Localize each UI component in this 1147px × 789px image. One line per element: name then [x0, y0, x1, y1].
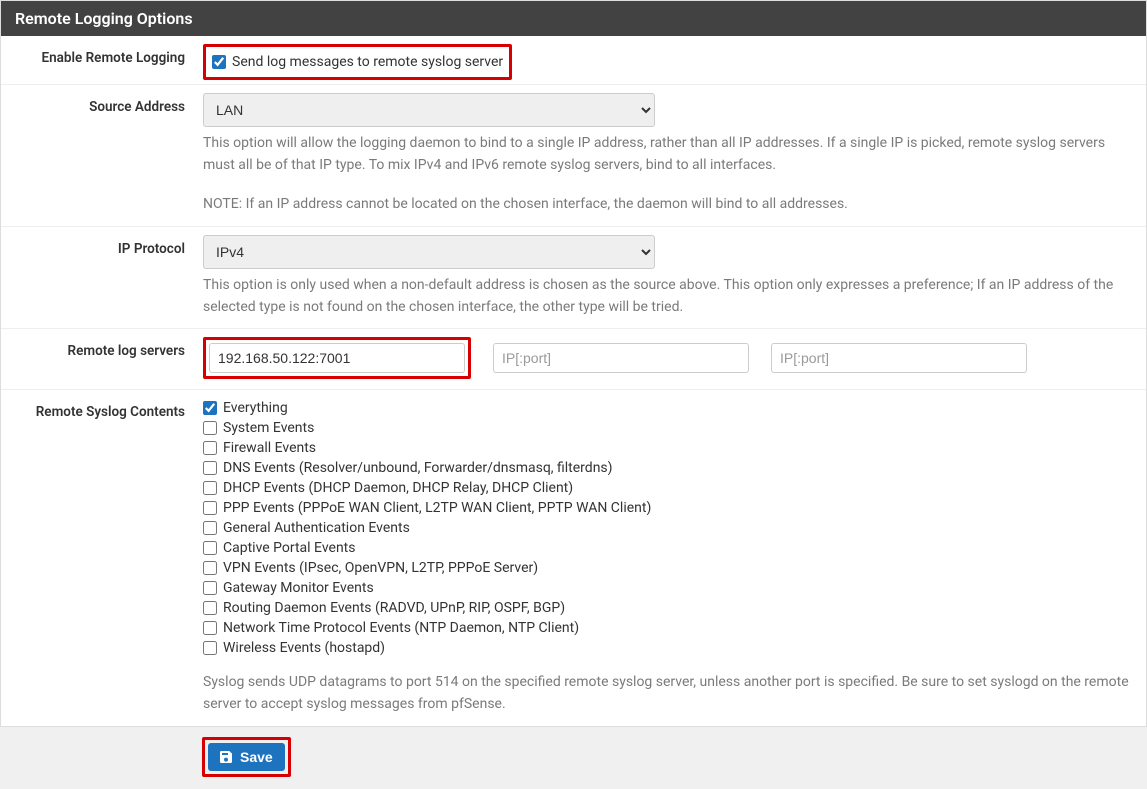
syslog-content-item: DNS Events (Resolver/unbound, Forwarder/…	[203, 458, 1132, 478]
enable-remote-logging-checkbox-label: Send log messages to remote syslog serve…	[232, 54, 503, 70]
syslog-content-label: Wireless Events (hostapd)	[223, 640, 385, 656]
save-icon	[218, 749, 234, 765]
syslog-content-label: VPN Events (IPsec, OpenVPN, L2TP, PPPoE …	[223, 560, 538, 576]
label-source-address: Source Address	[15, 93, 203, 216]
syslog-content-checkbox[interactable]	[203, 641, 217, 655]
syslog-content-checkbox[interactable]	[203, 401, 217, 415]
ip-protocol-select[interactable]: IPv4	[203, 235, 655, 269]
syslog-content-label: PPP Events (PPPoE WAN Client, L2TP WAN C…	[223, 500, 651, 516]
remote-log-server-2-input[interactable]	[493, 343, 749, 373]
panel-title: Remote Logging Options	[1, 1, 1146, 36]
syslog-contents-list: Everything System Events Firewall Events DN…	[203, 398, 1132, 658]
syslog-content-item: VPN Events (IPsec, OpenVPN, L2TP, PPPoE …	[203, 558, 1132, 578]
syslog-content-item: System Events	[203, 418, 1132, 438]
highlight-enable: Send log messages to remote syslog serve…	[203, 44, 512, 80]
syslog-content-checkbox[interactable]	[203, 561, 217, 575]
syslog-content-label: Firewall Events	[223, 440, 316, 456]
syslog-content-label: Routing Daemon Events (RADVD, UPnP, RIP,…	[223, 600, 565, 616]
syslog-content-item: Wireless Events (hostapd)	[203, 638, 1132, 658]
syslog-content-label: DNS Events (Resolver/unbound, Forwarder/…	[223, 460, 613, 476]
syslog-content-label: General Authentication Events	[223, 520, 410, 536]
syslog-content-checkbox[interactable]	[203, 421, 217, 435]
syslog-content-checkbox[interactable]	[203, 441, 217, 455]
syslog-content-label: Captive Portal Events	[223, 540, 355, 556]
highlight-server-1	[203, 337, 471, 379]
label-remote-syslog-contents: Remote Syslog Contents	[15, 398, 203, 715]
syslog-content-item: Everything	[203, 398, 1132, 418]
source-address-help-1: This option will allow the logging daemo…	[203, 133, 1132, 176]
syslog-content-label: Everything	[223, 400, 288, 416]
syslog-content-checkbox[interactable]	[203, 601, 217, 615]
highlight-save: Save	[202, 737, 291, 777]
remote-log-server-3-input[interactable]	[771, 343, 1027, 373]
syslog-content-label: System Events	[223, 420, 314, 436]
syslog-content-item: Firewall Events	[203, 438, 1132, 458]
syslog-content-checkbox[interactable]	[203, 461, 217, 475]
save-row: Save	[0, 727, 1147, 789]
syslog-content-checkbox[interactable]	[203, 621, 217, 635]
syslog-content-item: PPP Events (PPPoE WAN Client, L2TP WAN C…	[203, 498, 1132, 518]
syslog-content-checkbox[interactable]	[203, 521, 217, 535]
remote-log-server-1-input[interactable]	[209, 343, 465, 373]
row-source-address: Source Address LAN This option will allo…	[1, 85, 1146, 227]
label-remote-log-servers: Remote log servers	[15, 337, 203, 379]
enable-remote-logging-checkbox[interactable]	[212, 55, 226, 69]
source-address-select[interactable]: LAN	[203, 93, 655, 127]
syslog-content-checkbox[interactable]	[203, 481, 217, 495]
syslog-contents-help: Syslog sends UDP datagrams to port 514 o…	[203, 672, 1132, 715]
label-enable-remote-logging: Enable Remote Logging	[15, 44, 203, 80]
label-ip-protocol: IP Protocol	[15, 235, 203, 318]
syslog-content-item: Captive Portal Events	[203, 538, 1132, 558]
row-ip-protocol: IP Protocol IPv4 This option is only use…	[1, 227, 1146, 329]
syslog-content-label: DHCP Events (DHCP Daemon, DHCP Relay, DH…	[223, 480, 573, 496]
syslog-content-checkbox[interactable]	[203, 541, 217, 555]
source-address-help-2: NOTE: If an IP address cannot be located…	[203, 194, 1132, 216]
syslog-content-item: Network Time Protocol Events (NTP Daemon…	[203, 618, 1132, 638]
row-remote-syslog-contents: Remote Syslog Contents Everything System …	[1, 390, 1146, 725]
syslog-content-item: DHCP Events (DHCP Daemon, DHCP Relay, DH…	[203, 478, 1132, 498]
syslog-content-checkbox[interactable]	[203, 581, 217, 595]
syslog-content-checkbox[interactable]	[203, 501, 217, 515]
syslog-content-item: Gateway Monitor Events	[203, 578, 1132, 598]
syslog-content-item: Routing Daemon Events (RADVD, UPnP, RIP,…	[203, 598, 1132, 618]
ip-protocol-help: This option is only used when a non-defa…	[203, 275, 1132, 318]
syslog-content-label: Network Time Protocol Events (NTP Daemon…	[223, 620, 579, 636]
remote-logging-panel: Remote Logging Options Enable Remote Log…	[0, 0, 1147, 727]
form-body: Enable Remote Logging Send log messages …	[1, 36, 1146, 726]
save-button[interactable]: Save	[208, 743, 285, 771]
save-button-label: Save	[240, 749, 273, 765]
row-remote-log-servers: Remote log servers	[1, 329, 1146, 390]
row-enable-remote-logging: Enable Remote Logging Send log messages …	[1, 36, 1146, 85]
syslog-content-item: General Authentication Events	[203, 518, 1132, 538]
syslog-content-label: Gateway Monitor Events	[223, 580, 374, 596]
